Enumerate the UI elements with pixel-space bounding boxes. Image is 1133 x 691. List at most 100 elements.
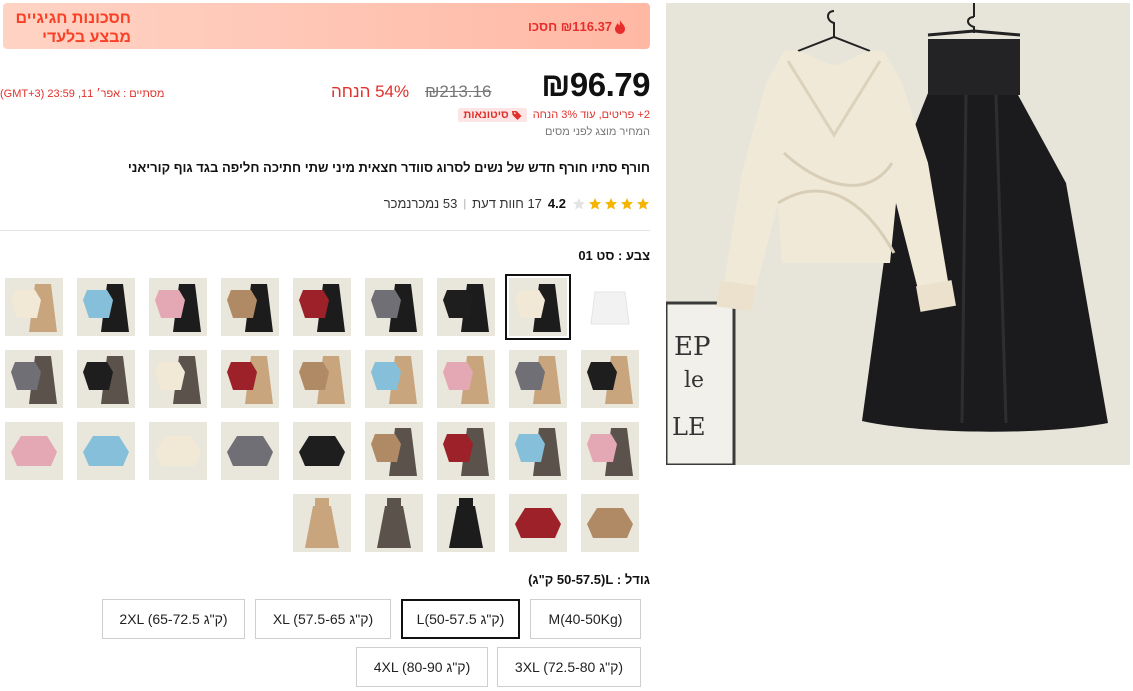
divider <box>0 230 650 231</box>
color-swatch[interactable] <box>5 350 63 408</box>
color-swatch[interactable] <box>509 422 567 480</box>
product-main-image[interactable]: EP le LE <box>666 3 1130 465</box>
color-swatch[interactable] <box>437 422 495 480</box>
swatch-thumbnail <box>371 284 417 332</box>
size-option-xl[interactable]: XL (57.5-65 ק"ג) <box>255 599 391 639</box>
swatch-thumbnail <box>305 498 339 548</box>
banner-savings: ₪116.37 חסכו <box>528 19 626 34</box>
swatch-thumbnail <box>377 498 411 548</box>
tag-icon <box>511 111 522 120</box>
swatch-thumbnail <box>371 356 417 404</box>
color-swatch[interactable] <box>365 494 423 552</box>
color-swatch[interactable] <box>581 494 639 552</box>
star-icon <box>621 197 633 209</box>
color-swatch[interactable] <box>505 274 571 340</box>
swatch-thumbnail <box>155 436 201 466</box>
swatch-thumbnail <box>587 508 633 538</box>
swatch-thumbnail <box>449 498 483 548</box>
swatch-thumbnail <box>587 428 633 476</box>
color-swatch[interactable] <box>77 350 135 408</box>
product-title: חורף סתיו חורף חדש של נשים לסרוג סוודר ח… <box>127 160 650 175</box>
color-swatch[interactable] <box>149 422 207 480</box>
star-icon <box>589 197 601 209</box>
rating-value: 4.2 <box>547 196 566 211</box>
color-swatch[interactable] <box>365 350 423 408</box>
color-swatch[interactable] <box>77 278 135 336</box>
size-option-4xl[interactable]: 4XL (80-90 ק"ג) <box>356 647 488 687</box>
swatch-thumbnail <box>11 436 57 466</box>
svg-text:le: le <box>684 368 704 393</box>
swatch-thumbnail <box>83 436 129 466</box>
swatch-thumbnail <box>515 508 561 538</box>
color-swatch[interactable] <box>365 278 423 336</box>
sold-count: 53 נמכרנמכר <box>383 196 458 211</box>
size-label: גודל : L(50-57.5 ק"ג) <box>528 572 650 587</box>
original-price: ₪213.16 <box>425 82 492 101</box>
color-swatch[interactable] <box>5 422 63 480</box>
color-swatch[interactable] <box>149 278 207 336</box>
color-swatch[interactable] <box>437 350 495 408</box>
swatch-thumbnail <box>11 356 57 404</box>
color-swatch[interactable] <box>581 278 639 336</box>
rating-stars[interactable] <box>572 197 650 211</box>
star-icon <box>605 197 617 209</box>
swatch-thumbnail <box>515 356 561 404</box>
tax-note: המחיר מוצג לפני מסים <box>544 126 650 138</box>
rating-row: 4.2 17 חוות דעת | 53 נמכרנמכר <box>384 196 650 211</box>
swatch-thumbnail <box>299 284 345 332</box>
size-option-3xl[interactable]: 3XL (72.5-80 ק"ג) <box>497 647 641 687</box>
banner-title: חסכונות חגיגיים מבצע בלעדי <box>15 10 131 46</box>
color-swatch[interactable] <box>221 422 279 480</box>
swatch-thumbnail <box>83 356 129 404</box>
color-swatch[interactable] <box>509 494 567 552</box>
swatch-thumbnail <box>227 284 273 332</box>
swatch-thumbnail <box>227 356 273 404</box>
color-swatch[interactable] <box>509 350 567 408</box>
wholesale-row: סיטונאות 2+ פריטים, עוד 3% הנחה <box>458 108 650 122</box>
promo-banner[interactable]: חסכונות חגיגיים מבצע בלעדי ₪116.37 חסכו <box>3 3 650 49</box>
svg-text:LE: LE <box>672 413 705 441</box>
product-photo: EP le LE <box>666 3 1130 465</box>
swatch-thumbnail <box>83 284 129 332</box>
separator: | <box>463 197 467 210</box>
swatch-thumbnail <box>443 428 489 476</box>
color-swatch[interactable] <box>437 494 495 552</box>
color-swatch[interactable] <box>365 422 423 480</box>
color-swatch[interactable] <box>221 350 279 408</box>
product-page: חסכונות חגיגיים מבצע בלעדי ₪116.37 חסכו … <box>0 0 1133 691</box>
star-empty-icon <box>573 197 585 209</box>
color-swatch[interactable] <box>581 350 639 408</box>
swatch-thumbnail <box>299 436 345 466</box>
color-swatch[interactable] <box>221 278 279 336</box>
color-swatch[interactable] <box>5 278 63 336</box>
color-swatch[interactable] <box>293 350 351 408</box>
color-swatch[interactable] <box>293 278 351 336</box>
swatch-thumbnail <box>443 284 489 332</box>
size-option-m[interactable]: M(40-50Kg) <box>530 599 641 639</box>
reviews-count[interactable]: 17 חוות דעת <box>472 196 542 211</box>
color-swatch[interactable] <box>293 494 351 552</box>
banner-save-text: ₪116.37 חסכו <box>528 19 613 34</box>
swatch-thumbnail <box>155 284 201 332</box>
fire-icon <box>615 19 626 34</box>
discount-percent: 54% הנחה <box>331 82 410 101</box>
color-swatch[interactable] <box>149 350 207 408</box>
sale-timer: מסתיים : אפר׳ 11, 23:59 (GMT+3) <box>0 88 165 100</box>
swatch-thumbnail <box>155 356 201 404</box>
swatch-thumbnail <box>227 436 273 466</box>
swatch-thumbnail <box>443 356 489 404</box>
color-swatch[interactable] <box>437 278 495 336</box>
swatch-thumbnail <box>581 278 639 336</box>
color-swatch[interactable] <box>293 422 351 480</box>
color-swatch[interactable] <box>77 422 135 480</box>
wholesale-badge-label: סיטונאות <box>463 109 509 121</box>
size-option-2xl[interactable]: 2XL (65-72.5 ק"ג) <box>102 599 245 639</box>
swatch-thumbnail <box>371 428 417 476</box>
color-swatch[interactable] <box>581 422 639 480</box>
swatch-thumbnail <box>515 428 561 476</box>
swatch-thumbnail <box>515 284 561 332</box>
wholesale-badge[interactable]: סיטונאות <box>458 108 527 122</box>
color-label: צבע : סט 01 <box>578 248 650 263</box>
star-icon <box>637 197 649 209</box>
size-option-l[interactable]: L(50-57.5 ק"ג) <box>401 599 520 639</box>
